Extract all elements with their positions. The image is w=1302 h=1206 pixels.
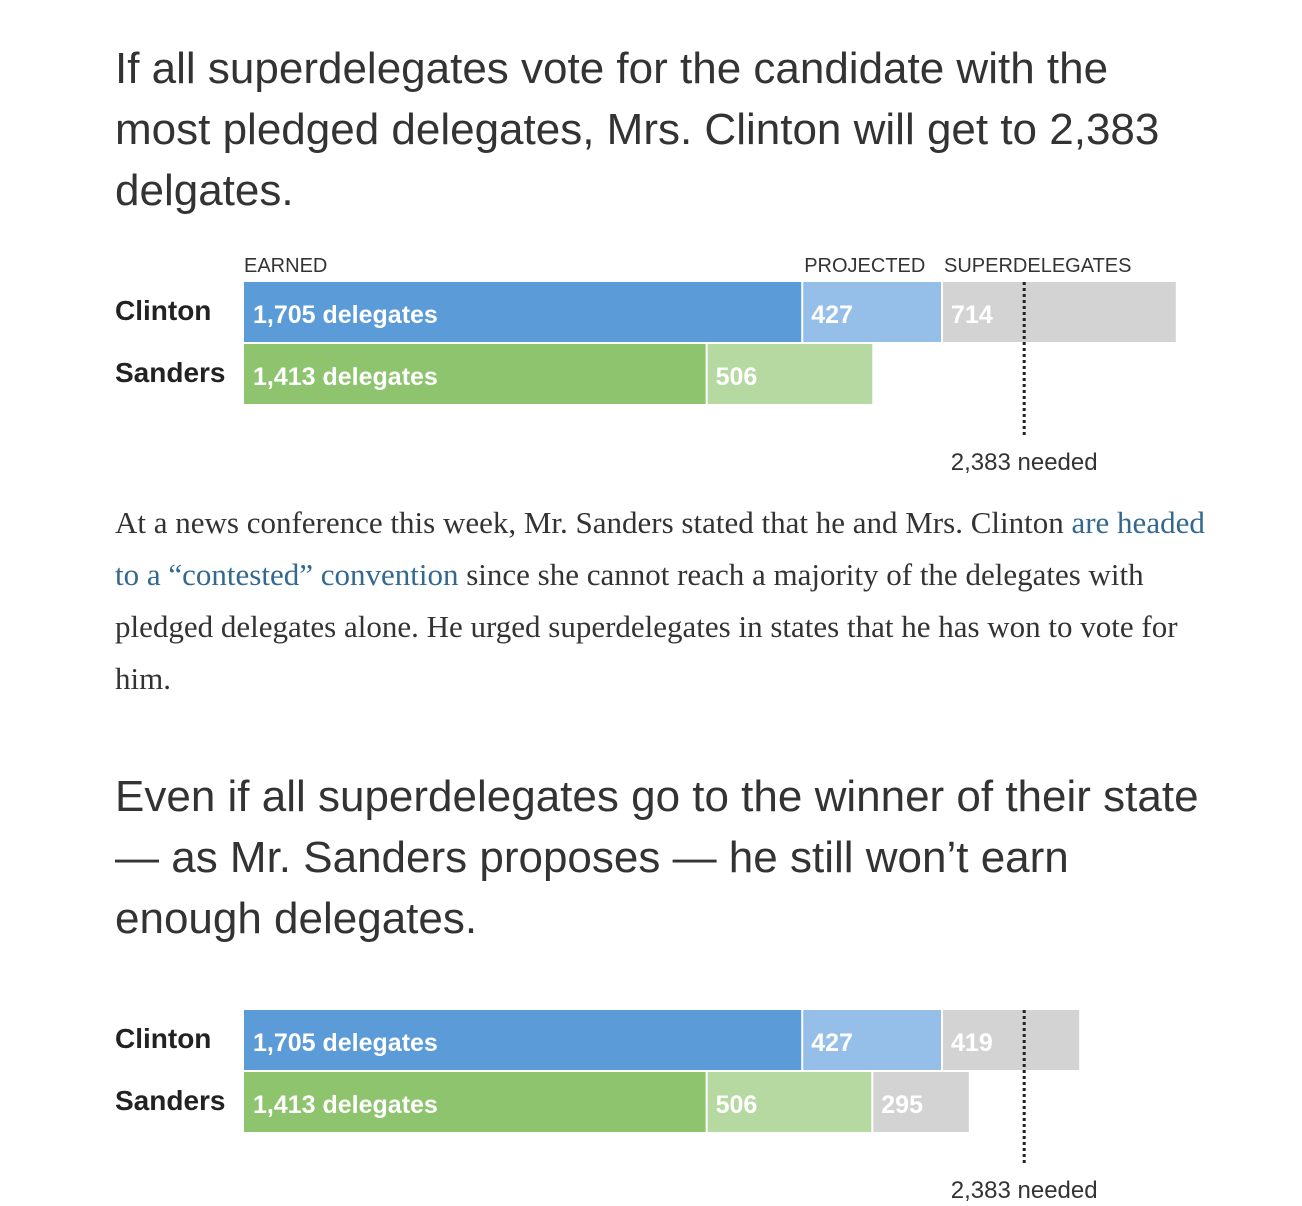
data-label-sanders-earned: 1,413 delegates: [253, 363, 438, 391]
paragraph-text-start: At a news conference this week, Mr. Sand…: [115, 505, 1072, 540]
delegate-chart-2: Clinton 1,705 delegates 427 419 Sanders 1,413…: [115, 1010, 1098, 1204]
delegate-chart-1: EARNED PROJECTED SUPERDELEGATES Clinton 1,70…: [115, 255, 1176, 476]
data-label-clinton-superdelegates: 419: [951, 1029, 993, 1057]
bar-divider: [801, 282, 804, 342]
data-label-sanders-projected: 506: [716, 1091, 758, 1119]
column-label-earned: EARNED: [244, 255, 327, 277]
candidate-label-clinton: Clinton: [115, 1023, 211, 1054]
data-label-sanders-earned: 1,413 delegates: [253, 1091, 438, 1119]
data-label-sanders-projected: 506: [716, 363, 758, 391]
bar-divider: [871, 1072, 874, 1132]
candidate-label-sanders: Sanders: [115, 357, 226, 388]
bar-divider: [705, 344, 708, 404]
body-paragraph: At a news conference this week, Mr. Sand…: [115, 497, 1225, 705]
bar-divider: [801, 1010, 804, 1070]
bar-divider: [941, 282, 944, 342]
column-label-projected: PROJECTED: [804, 255, 925, 277]
bar-divider: [941, 1010, 944, 1070]
column-label-superdelegates: SUPERDELEGATES: [944, 255, 1131, 277]
data-label-clinton-projected: 427: [811, 1029, 853, 1057]
data-label-clinton-superdelegates: 714: [951, 301, 993, 329]
data-label-clinton-earned: 1,705 delegates: [253, 1029, 438, 1057]
bar-divider: [705, 1072, 708, 1132]
headline-2: Even if all superdelegates go to the win…: [115, 772, 1199, 943]
candidate-label-clinton: Clinton: [115, 295, 211, 326]
data-label-clinton-earned: 1,705 delegates: [253, 301, 438, 329]
data-label-sanders-superdelegates: 295: [881, 1091, 923, 1119]
headline-1: If all superdelegates vote for the candi…: [115, 44, 1160, 215]
threshold-label: 2,383 needed: [951, 1177, 1098, 1204]
candidate-label-sanders: Sanders: [115, 1085, 226, 1116]
threshold-label: 2,383 needed: [951, 449, 1098, 476]
data-label-clinton-projected: 427: [811, 301, 853, 329]
